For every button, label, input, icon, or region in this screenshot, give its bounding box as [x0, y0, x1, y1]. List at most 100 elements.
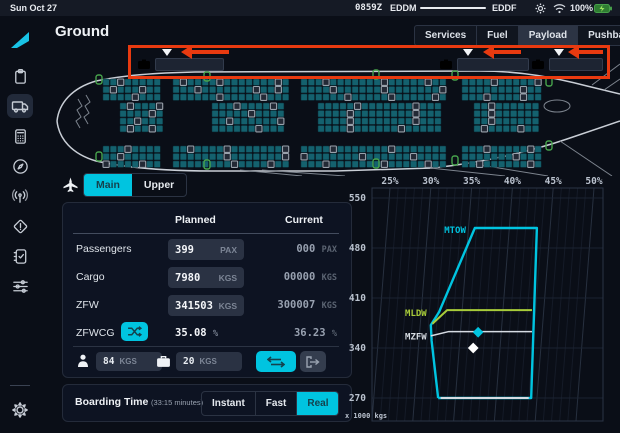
seat[interactable]: [219, 126, 225, 132]
seat[interactable]: [249, 126, 255, 132]
seat[interactable]: [489, 126, 495, 132]
seat[interactable]: [283, 154, 289, 160]
seat[interactable]: [413, 103, 419, 109]
seat[interactable]: [369, 103, 375, 109]
swap-planned-current-button[interactable]: [256, 351, 296, 372]
seat[interactable]: [234, 118, 240, 124]
seat[interactable]: [345, 146, 351, 152]
seat[interactable]: [246, 146, 252, 152]
seat[interactable]: [275, 154, 281, 160]
seat[interactable]: [369, 126, 375, 132]
seat[interactable]: [435, 103, 441, 109]
seat[interactable]: [125, 154, 131, 160]
seat[interactable]: [333, 111, 339, 117]
seat[interactable]: [362, 103, 368, 109]
zfw-planned-input[interactable]: 341503KGS: [168, 295, 244, 316]
seat[interactable]: [301, 146, 307, 152]
seat[interactable]: [435, 118, 441, 124]
seat[interactable]: [381, 154, 387, 160]
seat[interactable]: [413, 111, 419, 117]
seat[interactable]: [403, 94, 409, 100]
sidebar-item-alerts[interactable]: [7, 214, 33, 238]
seat[interactable]: [384, 126, 390, 132]
seat[interactable]: [173, 94, 179, 100]
seat[interactable]: [268, 146, 274, 152]
seat[interactable]: [499, 161, 505, 167]
seat[interactable]: [103, 79, 109, 85]
deck-main-button[interactable]: Main: [84, 174, 132, 196]
seat[interactable]: [535, 161, 541, 167]
seat[interactable]: [491, 161, 497, 167]
seat[interactable]: [103, 94, 109, 100]
sidebar-item-settings[interactable]: [7, 398, 33, 422]
seat[interactable]: [140, 154, 146, 160]
seat[interactable]: [188, 146, 194, 152]
seat[interactable]: [406, 103, 412, 109]
seat[interactable]: [496, 118, 502, 124]
seat[interactable]: [323, 146, 329, 152]
tab-payload[interactable]: Payload: [519, 26, 578, 45]
seat[interactable]: [428, 103, 434, 109]
seat[interactable]: [195, 146, 201, 152]
seat[interactable]: [489, 103, 495, 109]
seat[interactable]: [140, 146, 146, 152]
seat[interactable]: [362, 118, 368, 124]
seat[interactable]: [325, 126, 331, 132]
seat[interactable]: [246, 94, 252, 100]
seat[interactable]: [381, 146, 387, 152]
seat[interactable]: [147, 161, 153, 167]
seat[interactable]: [202, 79, 208, 85]
seat[interactable]: [231, 94, 237, 100]
seat[interactable]: [440, 87, 446, 93]
seat[interactable]: [406, 111, 412, 117]
seat[interactable]: [398, 126, 404, 132]
seat[interactable]: [411, 161, 417, 167]
seat[interactable]: [333, 126, 339, 132]
seat[interactable]: [420, 111, 426, 117]
seat[interactable]: [418, 87, 424, 93]
seat[interactable]: [224, 161, 230, 167]
seat[interactable]: [384, 118, 390, 124]
seat[interactable]: [528, 94, 534, 100]
seat[interactable]: [219, 103, 225, 109]
sidebar-item-calculator[interactable]: [7, 124, 33, 148]
seat[interactable]: [425, 87, 431, 93]
seat[interactable]: [513, 154, 519, 160]
seat[interactable]: [127, 103, 133, 109]
seat[interactable]: [406, 126, 412, 132]
seat[interactable]: [118, 94, 124, 100]
seat[interactable]: [489, 118, 495, 124]
seat[interactable]: [499, 94, 505, 100]
seat[interactable]: [246, 161, 252, 167]
seat[interactable]: [520, 94, 526, 100]
seat[interactable]: [283, 87, 289, 93]
seat[interactable]: [535, 87, 541, 93]
seat[interactable]: [359, 79, 365, 85]
seat[interactable]: [477, 161, 483, 167]
seat[interactable]: [484, 94, 490, 100]
seat[interactable]: [261, 87, 267, 93]
seat[interactable]: [110, 154, 116, 160]
seat[interactable]: [103, 146, 109, 152]
seat[interactable]: [528, 154, 534, 160]
seat[interactable]: [135, 103, 141, 109]
seat[interactable]: [318, 118, 324, 124]
sidebar-item-compass[interactable]: [7, 154, 33, 178]
seat[interactable]: [239, 94, 245, 100]
seat[interactable]: [425, 161, 431, 167]
seat[interactable]: [481, 126, 487, 132]
seat[interactable]: [484, 146, 490, 152]
seat[interactable]: [132, 87, 138, 93]
seat[interactable]: [359, 161, 365, 167]
seat[interactable]: [308, 79, 314, 85]
seat[interactable]: [389, 161, 395, 167]
seat[interactable]: [195, 161, 201, 167]
seat[interactable]: [256, 103, 262, 109]
seat[interactable]: [359, 87, 365, 93]
seat[interactable]: [474, 103, 480, 109]
seat[interactable]: [263, 103, 269, 109]
seat[interactable]: [374, 87, 380, 93]
seat[interactable]: [389, 146, 395, 152]
seat[interactable]: [202, 154, 208, 160]
seat[interactable]: [440, 146, 446, 152]
